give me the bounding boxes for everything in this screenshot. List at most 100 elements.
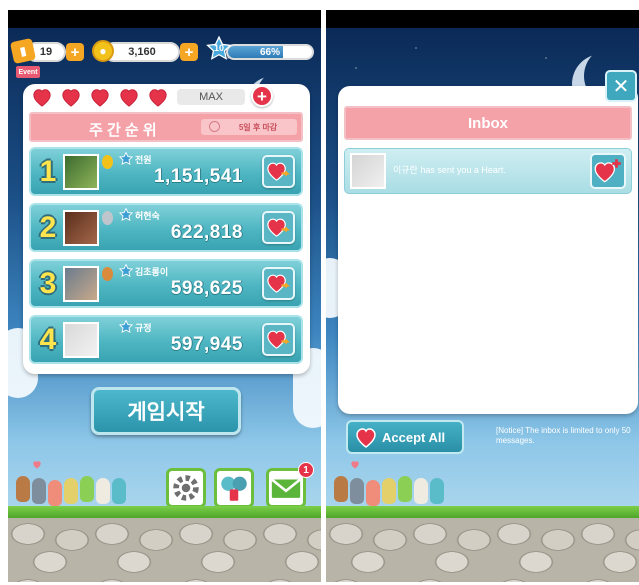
pig-character [366,480,380,506]
rank-row: 3 김초롱이 598,625 [29,259,303,308]
coin-counter: 3,160 [104,42,180,62]
send-heart-icon [267,274,290,293]
accept-heart-button[interactable] [590,153,626,189]
ranking-card: MAX + 주 간 순 위 5일 후 마감 1 전원 1,151,541 2 허현숙 62… [23,84,310,374]
rank-deadline: 5일 후 마감 [201,119,297,135]
send-heart-button[interactable] [262,211,295,244]
inbox-title-bar: Inbox [344,106,632,140]
player-name: 규정 [135,323,152,333]
heart-icon [356,428,376,448]
avatar [350,153,386,189]
life-heart-icon [60,87,82,107]
exp-bar: 66% [226,44,314,60]
send-heart-button[interactable] [262,267,295,300]
start-game-button[interactable]: 게임시작 [91,387,241,435]
level-number: 10 [213,43,224,53]
rank-row: 4 규정 597,945 [29,315,303,364]
monkey-character [334,476,348,502]
coin-icon: ● [92,40,114,62]
add-ticket-button[interactable]: + [66,43,84,61]
rank-row: 1 전원 1,151,541 [29,147,303,196]
chick-character [382,478,396,504]
mail-icon [271,478,301,498]
inbox-panel: Inbox 이규란 has sent you a Heart. [338,86,638,414]
coin-count: 3,160 [128,46,156,58]
ticket-count: 19 [39,46,53,58]
bear-character [112,478,126,504]
invite-friends-button[interactable] [214,468,254,508]
bunny-character [414,478,428,504]
level-star-icon [119,152,133,166]
accept-all-label: Accept All [382,429,446,445]
player-score: 1,151,541 [153,166,243,187]
pig-character [48,480,62,506]
player-name: 김초롱이 [135,267,169,277]
life-heart-icon [31,87,53,107]
accept-all-button[interactable]: Accept All [346,420,464,454]
avatar [63,154,99,190]
life-heart-icon [147,87,169,107]
close-icon: ✕ [612,75,630,98]
sender-name: 이규란 [393,165,418,175]
bunny-character [96,478,110,504]
rank-number: 3 [39,267,57,300]
stone-wall [326,518,639,582]
gear-icon [173,475,199,501]
message-text: 이규란 has sent you a Heart. [393,163,506,176]
monkey-character [16,476,30,502]
life-heart-icon [89,87,111,107]
medal-icon [102,155,113,169]
add-heart-button[interactable]: + [251,85,273,107]
send-heart-button[interactable] [262,323,295,356]
rank-number: 4 [39,323,57,356]
level-star-icon [119,208,133,222]
inbox-limit-notice: [Notice] The inbox is limited to only 50… [496,426,631,445]
event-tag[interactable]: Event [16,66,40,78]
cat-character [350,478,364,504]
inbox-title: Inbox [468,114,508,132]
frog-character [80,476,94,502]
avatar [63,210,99,246]
ticket-icon: ▮ [9,37,37,65]
grass-strip [326,506,639,518]
chick-character [64,478,78,504]
medal-icon [102,211,113,225]
weekly-rank-title: 주 간 순 위 [89,122,157,139]
player-name: 허현숙 [135,211,160,221]
deadline-text: 5일 후 마감 [238,122,278,132]
avatar [63,266,99,302]
settings-button[interactable] [166,468,206,508]
small-heart-icon [32,456,42,469]
send-heart-icon [267,330,290,349]
message-body: has sent you a Heart. [420,165,506,175]
send-heart-icon [267,218,290,237]
life-heart-icon [118,87,140,107]
rank-number: 2 [39,211,57,244]
add-coin-button[interactable]: + [180,43,198,61]
player-score: 622,818 [170,222,243,243]
bear-character [430,478,444,504]
small-heart-icon [350,456,360,469]
stone-wall [8,518,321,582]
ranking-screen: 19 ▮ + 3,160 ● + 66% 10 Event MAX + 주 간 … [8,10,321,582]
avatar [63,322,99,358]
rank-row: 2 허현숙 622,818 [29,203,303,252]
frog-character [398,476,412,502]
player-score: 597,945 [170,334,243,355]
inbox-message: 이규란 has sent you a Heart. [344,148,632,194]
mail-notification-badge: 1 [298,462,314,478]
level-star-icon [119,264,133,278]
rank-number: 1 [39,155,57,188]
weekly-rank-header: 주 간 순 위 5일 후 마감 [29,112,303,142]
close-button[interactable]: ✕ [605,70,637,102]
accept-heart-icon [594,159,621,183]
player-score: 598,625 [170,278,243,299]
send-heart-button[interactable] [262,155,295,188]
friends-icon [221,476,247,501]
level-star-icon: 10 [206,35,232,62]
level-star-icon [119,320,133,334]
inbox-screen: Inbox 이규란 has sent you a Heart. ✕ Accept… [326,10,639,582]
cat-character [32,478,46,504]
medal-icon [102,267,113,281]
player-name: 전원 [135,155,152,165]
